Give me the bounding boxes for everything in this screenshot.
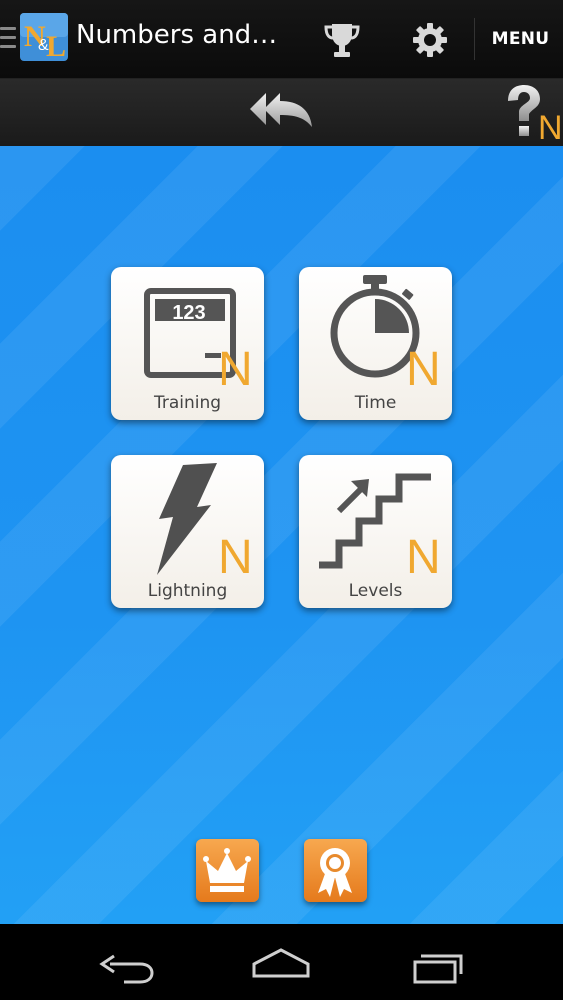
svg-text:N: N — [406, 343, 441, 396]
training-label: Training — [153, 393, 222, 413]
achievements-button[interactable] — [304, 839, 367, 902]
leaderboard-button[interactable] — [196, 839, 259, 902]
double-back-arrow-icon[interactable] — [246, 87, 318, 137]
actionbar-divider — [474, 18, 475, 60]
gear-icon[interactable] — [408, 18, 452, 62]
lightning-mode-button[interactable]: N Lightning — [111, 455, 264, 608]
levels-label: Levels — [348, 581, 403, 601]
svg-text:&: & — [38, 37, 49, 54]
app-title: Numbers and… — [76, 20, 278, 50]
svg-text:123: 123 — [172, 302, 205, 324]
trophy-icon[interactable] — [320, 18, 364, 62]
svg-text:L: L — [46, 30, 66, 62]
lightning-label: Lightning — [147, 581, 228, 601]
menu-button[interactable]: MENU — [478, 22, 563, 56]
time-label: Time — [354, 393, 397, 413]
award-ribbon-icon — [318, 848, 352, 897]
svg-text:N: N — [406, 531, 441, 584]
numbers-and-letters-logo-icon[interactable]: N L & — [19, 12, 69, 63]
crown-icon — [203, 848, 251, 892]
svg-text:N: N — [218, 343, 253, 396]
back-icon[interactable] — [80, 934, 170, 990]
time-mode-button[interactable]: N Time — [299, 267, 452, 420]
recent-apps-icon[interactable] — [395, 934, 485, 990]
hamburger-icon[interactable] — [0, 27, 16, 49]
toolbar: N — [0, 78, 563, 147]
background-stripes — [0, 146, 563, 924]
home-icon[interactable] — [236, 934, 326, 990]
levels-mode-button[interactable]: N Levels — [299, 455, 452, 608]
svg-text:N: N — [538, 109, 563, 143]
action-bar: N L & Numbers and… MENU — [0, 0, 563, 78]
system-nav-bar — [0, 924, 563, 1000]
training-mode-button[interactable]: 123 N Training — [111, 267, 264, 420]
svg-text:N: N — [218, 531, 253, 584]
help-question-icon[interactable]: N — [502, 83, 563, 147]
main-content: 123 N Training N Time N Lightning N Leve… — [0, 146, 563, 924]
